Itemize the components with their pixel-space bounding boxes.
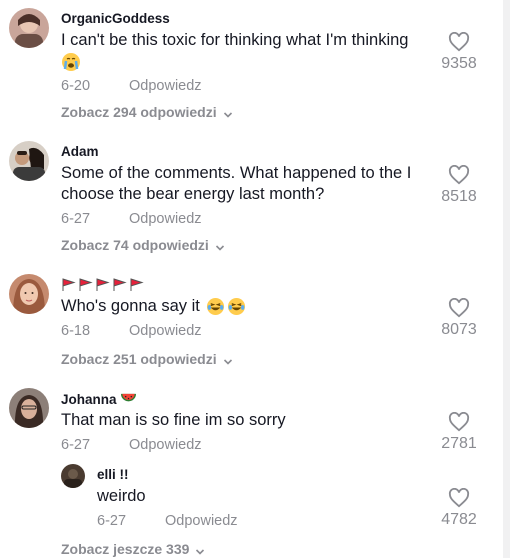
reply-button[interactable]: Odpowiedz	[129, 78, 202, 94]
like-count: 8518	[441, 188, 477, 205]
chevron-down-icon	[223, 354, 233, 365]
username-text: Johanna	[61, 392, 117, 407]
view-more-label: Zobacz jeszcze 339	[61, 541, 190, 557]
comment-date: 6-27	[61, 437, 91, 453]
view-replies-button[interactable]: Zobacz 294 odpowiedzi	[61, 104, 233, 120]
view-replies-button[interactable]: Zobacz 74 odpowiedzi	[61, 237, 225, 253]
reply-date: 6-27	[97, 513, 127, 529]
comment-username[interactable]: Adam	[61, 144, 99, 159]
comment-text: That man is so fine im so sorry	[61, 411, 286, 429]
comment-date: 6-20	[61, 78, 91, 94]
chevron-down-icon	[223, 107, 233, 118]
heart-icon[interactable]	[448, 411, 470, 432]
chevron-down-icon	[195, 544, 205, 555]
reply-button[interactable]: Odpowiedz	[129, 323, 202, 339]
like-count: 2781	[441, 435, 477, 452]
comment-date: 6-18	[61, 323, 91, 339]
view-replies-button[interactable]: Zobacz 251 odpowiedzi	[61, 351, 233, 367]
avatar[interactable]	[61, 464, 85, 488]
avatar[interactable]	[9, 274, 49, 314]
chevron-down-icon	[215, 240, 225, 251]
watermelon-icon	[121, 393, 137, 402]
view-replies-label: Zobacz 74 odpowiedzi	[61, 237, 209, 253]
red-flags-username[interactable]	[61, 278, 147, 292]
comment-username[interactable]: OrganicGoddess	[61, 11, 170, 26]
reply-button[interactable]: Odpowiedz	[165, 513, 238, 529]
reply-button[interactable]: Odpowiedz	[129, 437, 202, 453]
like-count: 4782	[441, 511, 477, 528]
avatar[interactable]	[9, 388, 49, 428]
view-more-replies-button[interactable]: Zobacz jeszcze 339	[61, 541, 205, 557]
comment-text: Some of the comments. What happened to t…	[61, 164, 412, 182]
view-replies-label: Zobacz 294 odpowiedzi	[61, 104, 217, 120]
view-replies-label: Zobacz 251 odpowiedzi	[61, 351, 217, 367]
comment-text: Who's gonna say it	[61, 297, 200, 315]
heart-icon[interactable]	[448, 31, 470, 52]
avatar[interactable]	[9, 8, 49, 48]
avatar[interactable]	[9, 141, 49, 181]
heart-icon[interactable]	[448, 487, 470, 508]
laughing-face-icon	[206, 297, 246, 316]
crying-face-icon	[61, 52, 81, 77]
like-count: 9358	[441, 55, 477, 72]
comment-username[interactable]: Johanna	[61, 391, 137, 407]
like-count: 8073	[441, 321, 477, 338]
heart-icon[interactable]	[448, 164, 470, 185]
comment-text-line2: choose the bear energy last month?	[61, 185, 325, 203]
reply-username[interactable]: elli !!	[97, 467, 129, 482]
reply-text: weirdo	[97, 487, 146, 505]
comment-text: I can't be this toxic for thinking what …	[61, 31, 409, 49]
reply-button[interactable]: Odpowiedz	[129, 211, 202, 227]
heart-icon[interactable]	[448, 297, 470, 318]
scrollbar[interactable]	[503, 0, 510, 558]
comment-date: 6-27	[61, 211, 91, 227]
red-flag-icon	[62, 278, 144, 291]
